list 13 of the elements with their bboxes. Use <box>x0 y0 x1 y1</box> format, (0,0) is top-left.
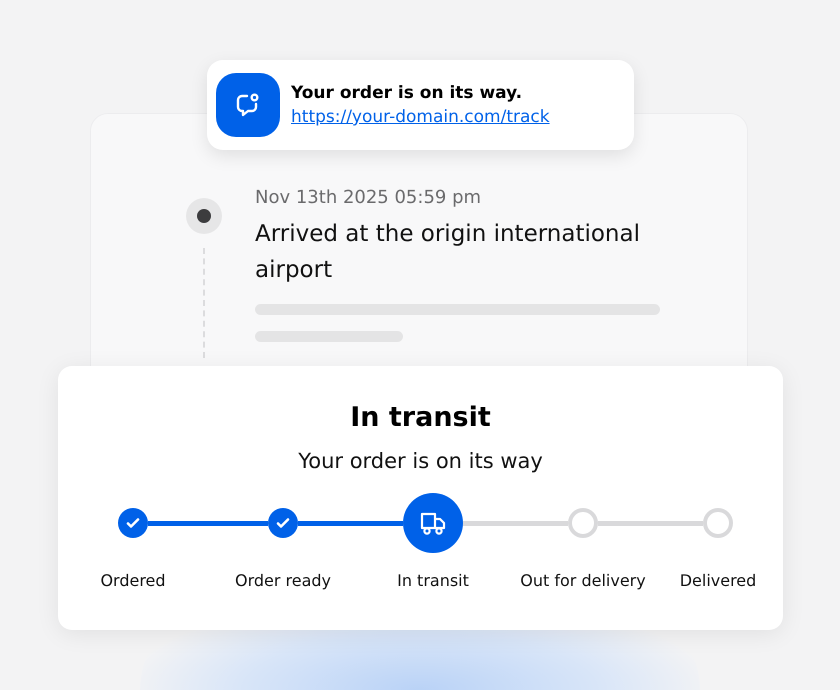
step-label: Delivered <box>680 571 756 590</box>
timeline-dot-icon <box>186 198 222 234</box>
event-description: Arrived at the origin international airport <box>255 220 641 285</box>
event-time: Nov 13th 2025 05:59 pm <box>255 186 482 210</box>
status-title: In transit <box>350 401 491 435</box>
step-label: Ordered <box>100 571 166 590</box>
step-label: Order ready <box>234 571 332 590</box>
notification-title: Your order is on its way. <box>291 83 524 103</box>
step-label: Out for delivery <box>520 571 646 590</box>
chat-bubble-icon <box>216 73 280 137</box>
status-subtitle: Your order is on its way <box>298 448 543 475</box>
step-label: In transit <box>397 571 469 590</box>
tracking-link[interactable]: https://your-domain.com/track <box>291 107 550 127</box>
